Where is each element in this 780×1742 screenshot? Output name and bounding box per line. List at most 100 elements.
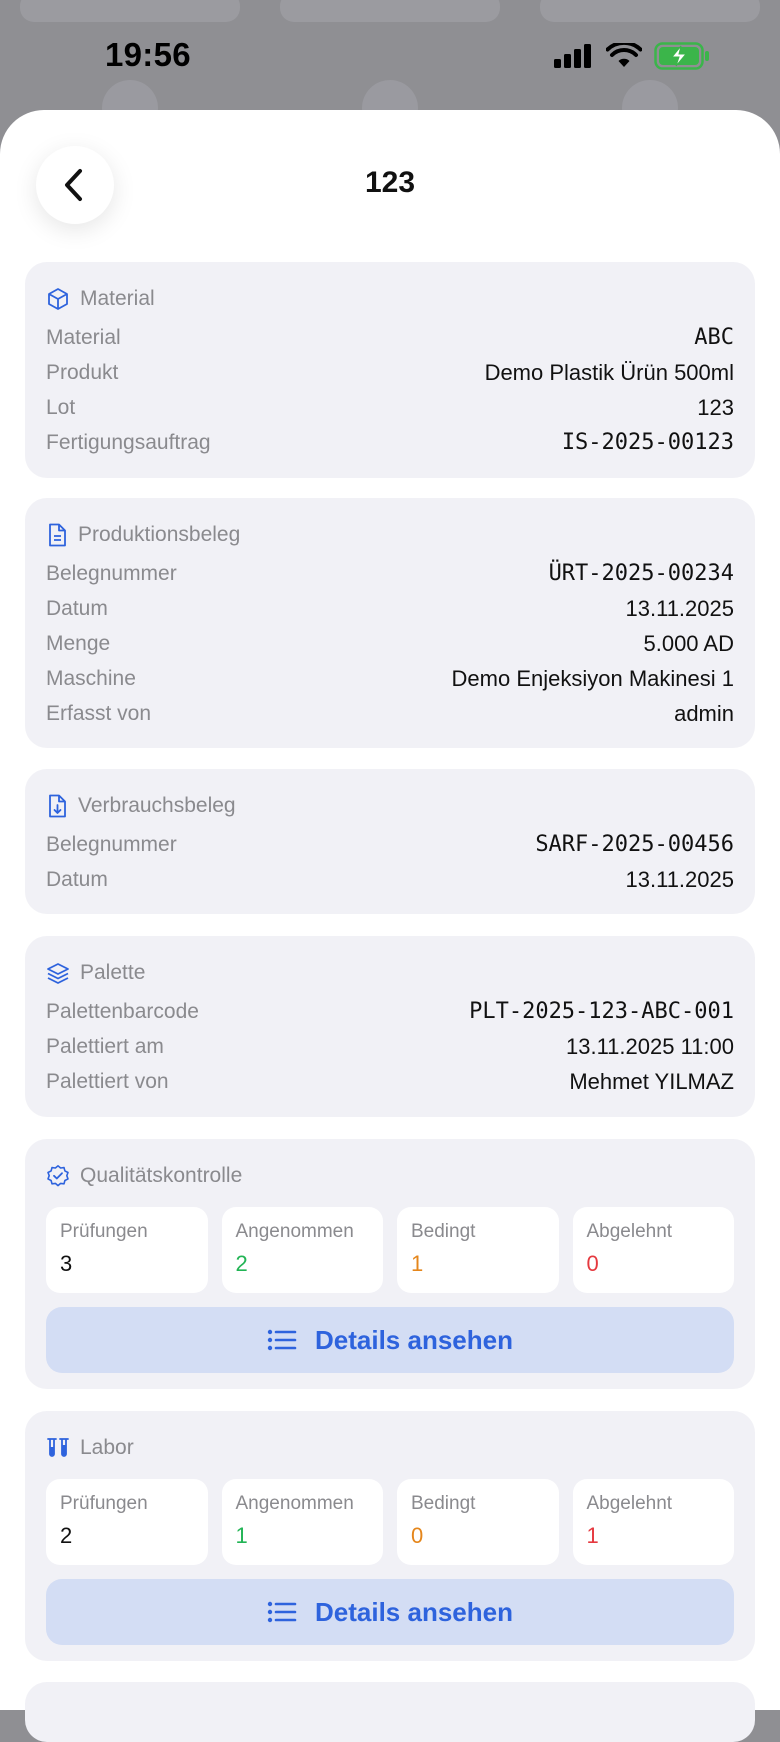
document-download-icon (49, 794, 66, 818)
lab-details-button[interactable]: Details ansehen (46, 1579, 734, 1645)
row-value: Mehmet YILMAZ (569, 1068, 734, 1094)
stat-label: Bedingt (411, 1493, 476, 1514)
info-row: Belegnummer ÜRT-2025-00234 (46, 556, 734, 591)
stat-value: 1 (235, 1523, 248, 1548)
quality-stats: Prüfungen 3 Angenommen 2 Bedingt 1 Abgelehn… (46, 1207, 734, 1293)
info-row: Menge 5.000 AD (46, 626, 734, 661)
production-card-header: Produktionsbeleg (46, 518, 734, 552)
lab-card: Labor Prüfungen 2 Angenommen 1 Bedingt 0 Ab… (25, 1411, 755, 1661)
info-row: Datum 13.11.2025 (46, 591, 734, 626)
stat-tile-tests: Prüfungen 2 (46, 1479, 208, 1565)
stat-tile-rejected: Abgelehnt 1 (572, 1479, 734, 1565)
status-icons (554, 42, 710, 70)
row-value: Demo Enjeksiyon Makinesi 1 (451, 665, 734, 691)
lab-card-header: Labor (46, 1431, 734, 1465)
row-label: Belegnummer (46, 832, 177, 856)
info-row: Fertigungsauftrag IS-2025-00123 (46, 425, 734, 460)
test-tubes-icon (47, 1438, 69, 1457)
cube-icon (48, 288, 68, 310)
lab-details-label: Details ansehen (315, 1596, 513, 1627)
document-icon (49, 523, 66, 547)
row-value: 5.000 AD (643, 630, 734, 656)
stat-tile-tests: Prüfungen 3 (46, 1207, 208, 1293)
stat-value: 0 (586, 1251, 599, 1276)
quality-card-title: Qualitätskontrolle (80, 1164, 243, 1187)
stat-value: 1 (411, 1251, 424, 1276)
production-card: Produktionsbeleg Belegnummer ÜRT-2025-002… (25, 498, 755, 748)
stat-value: 0 (411, 1523, 424, 1548)
row-value: 123 (697, 394, 734, 420)
quality-details-label: Details ansehen (315, 1324, 513, 1355)
row-value: PLT-2025-123-ABC-001 (469, 999, 734, 1024)
stat-tile-rejected: Abgelehnt 0 (572, 1207, 734, 1293)
row-value: Demo Plastik Ürün 500ml (484, 359, 734, 385)
info-row: Belegnummer SARF-2025-00456 (46, 827, 734, 862)
info-row: Produkt Demo Plastik Ürün 500ml (46, 355, 734, 390)
row-label: Datum (46, 867, 108, 891)
info-row: Palettiert am 13.11.2025 11:00 (46, 1029, 734, 1064)
material-card-header: Material (46, 282, 734, 316)
consumption-card-header: Verbrauchsbeleg (46, 789, 734, 823)
row-value: 13.11.2025 11:00 (565, 1033, 734, 1059)
row-label: Material (46, 325, 121, 349)
row-label: Produkt (46, 360, 119, 384)
status-bar: 19:56 (0, 0, 780, 110)
row-label: Menge (46, 631, 111, 655)
pallet-card: Palette Palettenbarcode PLT-2025-123-ABC-… (25, 936, 755, 1117)
row-value: ÜRT-2025-00234 (548, 561, 734, 586)
stat-tile-conditional: Bedingt 1 (397, 1207, 559, 1293)
quality-card-header: Qualitätskontrolle (46, 1159, 734, 1193)
stat-label: Angenommen (235, 1493, 354, 1514)
consumption-card: Verbrauchsbeleg Belegnummer SARF-2025-004… (25, 769, 755, 914)
lab-stats: Prüfungen 2 Angenommen 1 Bedingt 0 Abgelehn… (46, 1479, 734, 1565)
info-row: Maschine Demo Enjeksiyon Makinesi 1 (46, 661, 734, 696)
pallet-card-title: Palette (80, 961, 146, 984)
stat-label: Bedingt (411, 1221, 476, 1242)
stat-tile-accepted: Angenommen 1 (221, 1479, 383, 1565)
info-row: Lot 123 (46, 390, 734, 425)
pallet-card-header: Palette (46, 956, 734, 990)
stat-value: 2 (60, 1523, 73, 1548)
info-row: Erfasst von admin (46, 696, 734, 731)
stat-value: 1 (586, 1523, 599, 1548)
row-value: 13.11.2025 (625, 595, 734, 621)
row-label: Palettenbarcode (46, 999, 199, 1023)
row-label: Datum (46, 596, 108, 620)
list-icon (267, 1601, 297, 1623)
info-row: Material ABC (46, 320, 734, 355)
stat-label: Abgelehnt (586, 1221, 673, 1242)
stat-tile-accepted: Angenommen 2 (221, 1207, 383, 1293)
quality-card: Qualitätskontrolle Prüfungen 3 Angenommen… (25, 1139, 755, 1389)
row-value: admin (674, 700, 734, 726)
battery-charging-icon (654, 42, 709, 70)
page-title: 123 (364, 166, 416, 199)
row-label: Fertigungsauftrag (46, 430, 211, 454)
stat-label: Angenommen (235, 1221, 354, 1242)
info-row: Palettenbarcode PLT-2025-123-ABC-001 (46, 994, 734, 1029)
row-value: IS-2025-00123 (561, 430, 734, 455)
status-time: 19:56 (105, 36, 191, 73)
info-row: Palettiert von Mehmet YILMAZ (46, 1064, 734, 1099)
cellular-signal-icon (554, 44, 591, 68)
row-value: ABC (694, 325, 734, 350)
stat-label: Prüfungen (60, 1493, 148, 1514)
next-card-partial (25, 1682, 755, 1742)
layers-icon (47, 963, 69, 984)
material-card: Material Material ABC Produkt Demo Plastik… (25, 262, 755, 478)
row-value: 13.11.2025 (625, 866, 734, 892)
stat-value: 2 (235, 1251, 248, 1276)
quality-details-button[interactable]: Details ansehen (46, 1307, 734, 1373)
row-label: Maschine (46, 666, 136, 690)
row-value: SARF-2025-00456 (535, 832, 734, 857)
consumption-card-title: Verbrauchsbeleg (78, 794, 236, 817)
row-label: Erfasst von (46, 701, 152, 725)
row-label: Belegnummer (46, 561, 177, 585)
row-label: Palettiert von (46, 1069, 169, 1093)
stat-value: 3 (60, 1251, 73, 1276)
row-label: Lot (46, 395, 76, 419)
row-label: Palettiert am (46, 1034, 164, 1058)
lab-card-title: Labor (80, 1436, 134, 1459)
stat-label: Prüfungen (60, 1221, 148, 1242)
stat-label: Abgelehnt (586, 1493, 673, 1514)
verified-badge-icon (47, 1165, 69, 1187)
